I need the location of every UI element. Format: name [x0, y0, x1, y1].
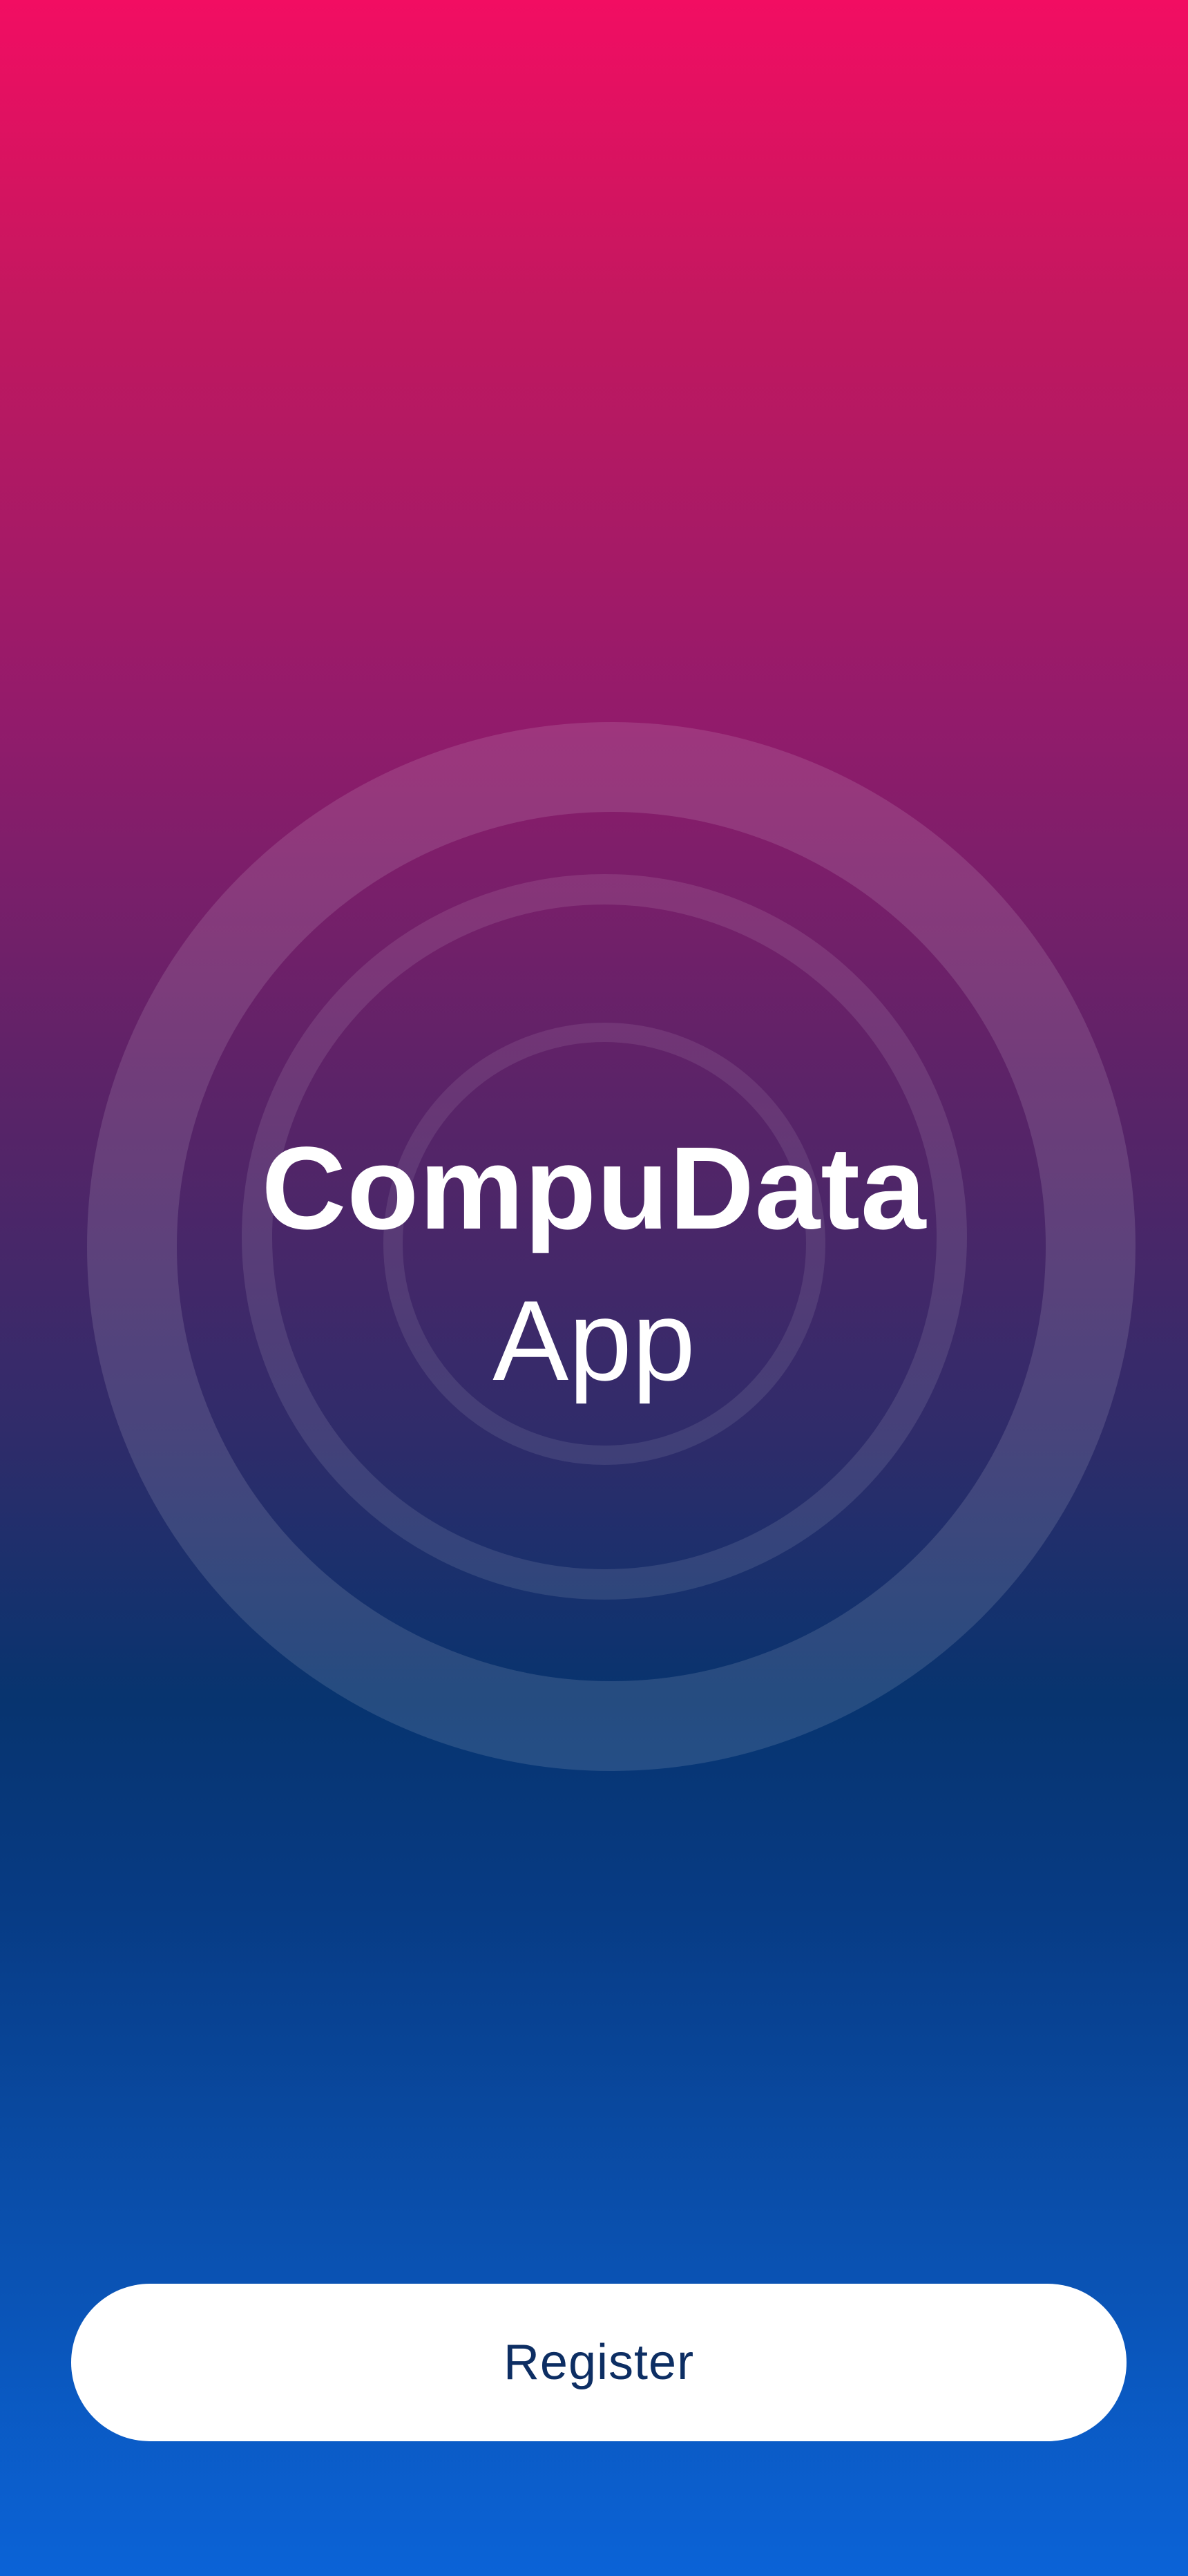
app-subtitle: App: [492, 1277, 696, 1404]
register-button[interactable]: Register: [71, 2284, 1127, 2441]
app-title: CompuData: [261, 1123, 927, 1254]
splash-screen: CompuData App Register: [0, 0, 1188, 2576]
